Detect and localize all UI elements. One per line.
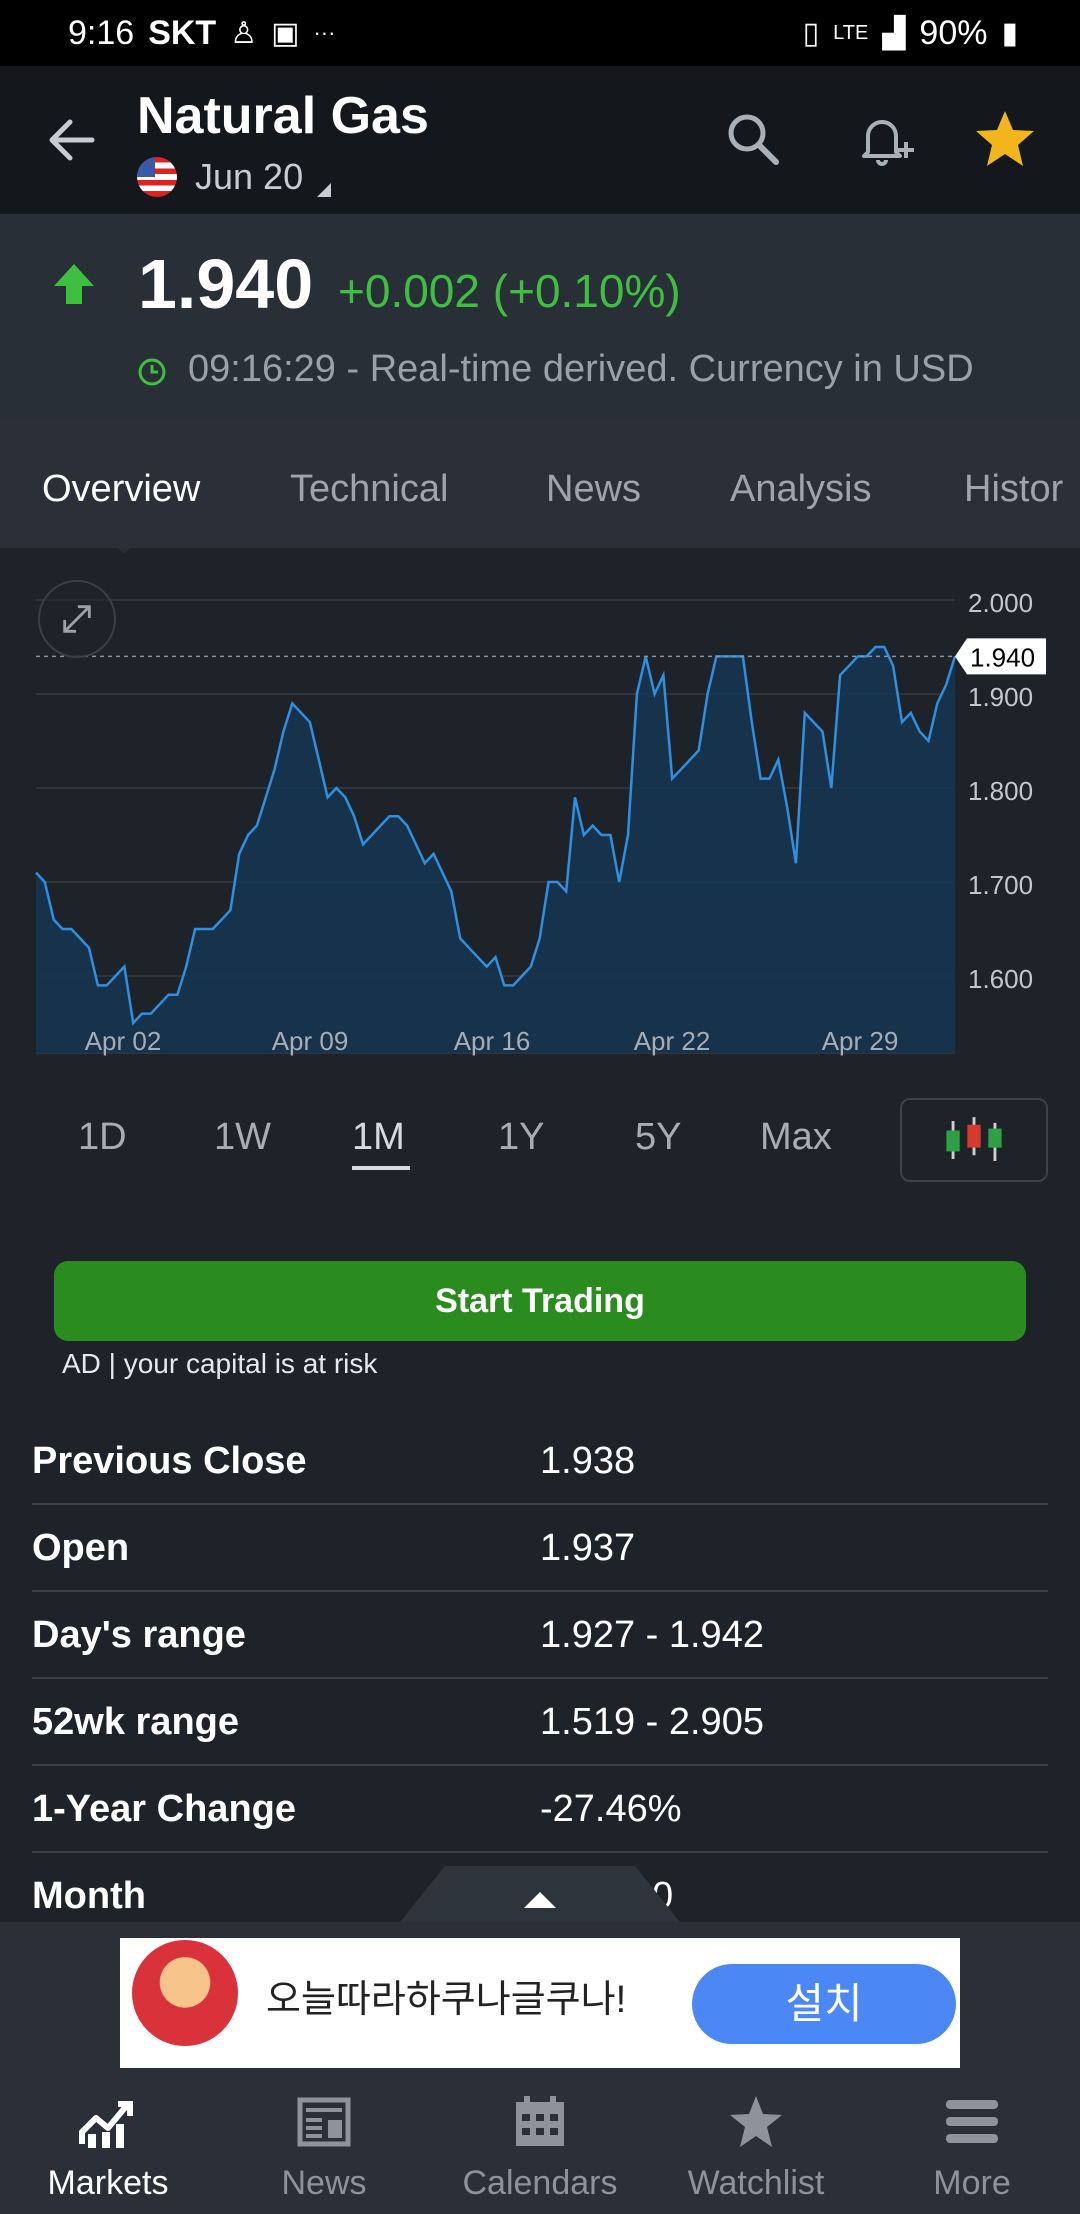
ad-text: 오늘따라하쿠나글쿠나! bbox=[266, 1979, 627, 2021]
y-tick-label: 1.800 bbox=[968, 776, 1033, 806]
nav-watchlist[interactable]: Watchlist bbox=[648, 2078, 864, 2214]
nav-label: News bbox=[281, 2164, 367, 2202]
tab-news[interactable]: News bbox=[546, 468, 641, 511]
active-range-underline bbox=[352, 1166, 410, 1170]
tab-analysis[interactable]: Analysis bbox=[730, 468, 872, 511]
start-trading-button[interactable]: Start Trading bbox=[54, 1261, 1026, 1341]
status-more: ··· bbox=[313, 20, 336, 45]
range-1m[interactable]: 1M bbox=[352, 1116, 405, 1159]
stat-label: Day's range bbox=[32, 1614, 246, 1656]
stat-label: Month bbox=[32, 1875, 146, 1917]
ad-install-button[interactable]: 설치 bbox=[692, 1964, 956, 2044]
range-1d[interactable]: 1D bbox=[78, 1116, 127, 1159]
y-tick-label: 1.600 bbox=[968, 964, 1033, 994]
nav-label: Calendars bbox=[462, 2164, 618, 2202]
stat-value: 1.938 bbox=[540, 1440, 636, 1482]
ad-avatar bbox=[132, 1940, 238, 2046]
nav-markets[interactable]: Markets bbox=[0, 2078, 216, 2214]
x-tick-label: Apr 16 bbox=[454, 1026, 531, 1056]
range-max[interactable]: Max bbox=[760, 1116, 832, 1159]
star-icon bbox=[730, 2096, 782, 2147]
current-price-label: 1.940 bbox=[970, 642, 1035, 672]
x-tick-label: Apr 22 bbox=[634, 1026, 711, 1056]
calendar-icon bbox=[516, 2096, 564, 2146]
stat-row: Open 1.937 bbox=[32, 1505, 1048, 1592]
quote-timestamp: 09:16:29 - Real-time derived. Currency i… bbox=[188, 348, 974, 390]
stat-label: 52wk range bbox=[32, 1701, 239, 1743]
price-area bbox=[36, 647, 955, 1053]
key-stats-table: Previous Close 1.938 Open 1.937 Day's ra… bbox=[32, 1418, 1048, 1940]
tab-historical[interactable]: Histor bbox=[964, 468, 1063, 511]
stat-value: 1.927 - 1.942 bbox=[540, 1614, 764, 1656]
dropdown-caret-icon bbox=[317, 183, 332, 197]
contract-expiry: Jun 20 bbox=[195, 156, 304, 197]
chart-svg: 2.000 1.900 1.800 1.700 1.600 1.940 Apr 02 Apr … bbox=[35, 588, 1046, 1056]
candlestick-toggle-icon[interactable] bbox=[900, 1098, 1048, 1182]
favorite-star-icon[interactable] bbox=[972, 106, 1038, 172]
running-icon: ♙ bbox=[230, 16, 258, 50]
stat-value: 1.937 bbox=[540, 1527, 636, 1569]
contract-selector[interactable]: Jun 20 bbox=[137, 156, 332, 198]
last-price: 1.940 bbox=[138, 245, 314, 323]
nav-more[interactable]: More bbox=[864, 2078, 1080, 2214]
lte-icon: LTE bbox=[833, 21, 869, 44]
status-carrier: SKT bbox=[148, 13, 217, 52]
price-change: +0.002 (+0.10%) bbox=[338, 265, 681, 317]
chart-line-icon bbox=[79, 2101, 133, 2148]
nav-label: More bbox=[933, 2164, 1011, 2202]
price-chart[interactable]: 2.000 1.900 1.800 1.700 1.600 1.940 Apr 02 Apr … bbox=[0, 548, 1080, 1068]
stat-label: Open bbox=[32, 1527, 130, 1569]
nav-calendars[interactable]: Calendars bbox=[432, 2078, 648, 2214]
up-arrow-icon bbox=[54, 264, 94, 304]
range-1y[interactable]: 1Y bbox=[498, 1116, 544, 1159]
signal-icon: ▟ bbox=[882, 16, 906, 50]
clock-icon bbox=[138, 358, 166, 386]
ad-disclaimer: AD | your capital is at risk bbox=[62, 1348, 378, 1379]
cup-icon: ▣ bbox=[271, 16, 300, 50]
menu-icon bbox=[946, 2100, 998, 2143]
stat-row: Previous Close 1.938 bbox=[32, 1418, 1048, 1505]
y-tick-label: 1.700 bbox=[968, 870, 1033, 900]
range-5y[interactable]: 5Y bbox=[635, 1116, 681, 1159]
x-tick-label: Apr 29 bbox=[822, 1026, 899, 1056]
stat-value: -27.46% bbox=[540, 1788, 682, 1830]
quote-panel: 1.940 +0.002 (+0.10%) 09:16:29 - Real-ti… bbox=[0, 214, 1080, 420]
ad-banner[interactable]: 오늘따라하쿠나글쿠나! 설치 bbox=[120, 1938, 960, 2068]
y-tick-label: 2.000 bbox=[968, 588, 1033, 618]
tab-technical[interactable]: Technical bbox=[290, 468, 448, 511]
battery-percent: 90% bbox=[919, 13, 988, 52]
stat-row: 1-Year Change -27.46% bbox=[32, 1766, 1048, 1853]
stat-label: 1-Year Change bbox=[32, 1788, 296, 1830]
active-tab-pointer bbox=[110, 540, 138, 554]
bottom-navigation: Markets News Calendars Watchlist More bbox=[0, 2078, 1080, 2214]
section-tabs: Overview Technical News Analysis Histor bbox=[0, 420, 1080, 548]
nav-label: Markets bbox=[47, 2164, 169, 2202]
nav-news[interactable]: News bbox=[216, 2078, 432, 2214]
status-bar: 9:16 SKT ♙ ▣ ··· ▯ LTE ▟ 90% ▮ bbox=[0, 0, 1080, 66]
expand-chart-icon[interactable] bbox=[38, 580, 116, 658]
range-1w[interactable]: 1W bbox=[214, 1116, 271, 1159]
stat-value: 1.519 - 2.905 bbox=[540, 1701, 764, 1743]
instrument-title: Natural Gas bbox=[137, 87, 429, 145]
chevron-up-icon[interactable] bbox=[524, 1892, 556, 1908]
news-icon bbox=[297, 2097, 351, 2147]
status-time: 9:16 bbox=[68, 13, 135, 52]
search-icon[interactable] bbox=[720, 106, 786, 172]
x-tick-label: Apr 09 bbox=[272, 1026, 349, 1056]
stat-label: Previous Close bbox=[32, 1440, 307, 1482]
battery-icon: ▮ bbox=[1001, 16, 1018, 50]
stat-row: 52wk range 1.519 - 2.905 bbox=[32, 1679, 1048, 1766]
app-header: Natural Gas Jun 20 bbox=[0, 66, 1080, 214]
us-flag-icon bbox=[137, 157, 177, 197]
tab-overview[interactable]: Overview bbox=[42, 468, 200, 511]
nav-label: Watchlist bbox=[687, 2164, 825, 2202]
stat-row: Day's range 1.927 - 1.942 bbox=[32, 1592, 1048, 1679]
add-alert-icon[interactable] bbox=[852, 106, 918, 172]
y-tick-label: 1.900 bbox=[968, 682, 1033, 712]
vibrate-icon: ▯ bbox=[802, 16, 820, 50]
x-tick-label: Apr 02 bbox=[85, 1026, 162, 1056]
back-arrow-icon[interactable] bbox=[44, 112, 100, 168]
